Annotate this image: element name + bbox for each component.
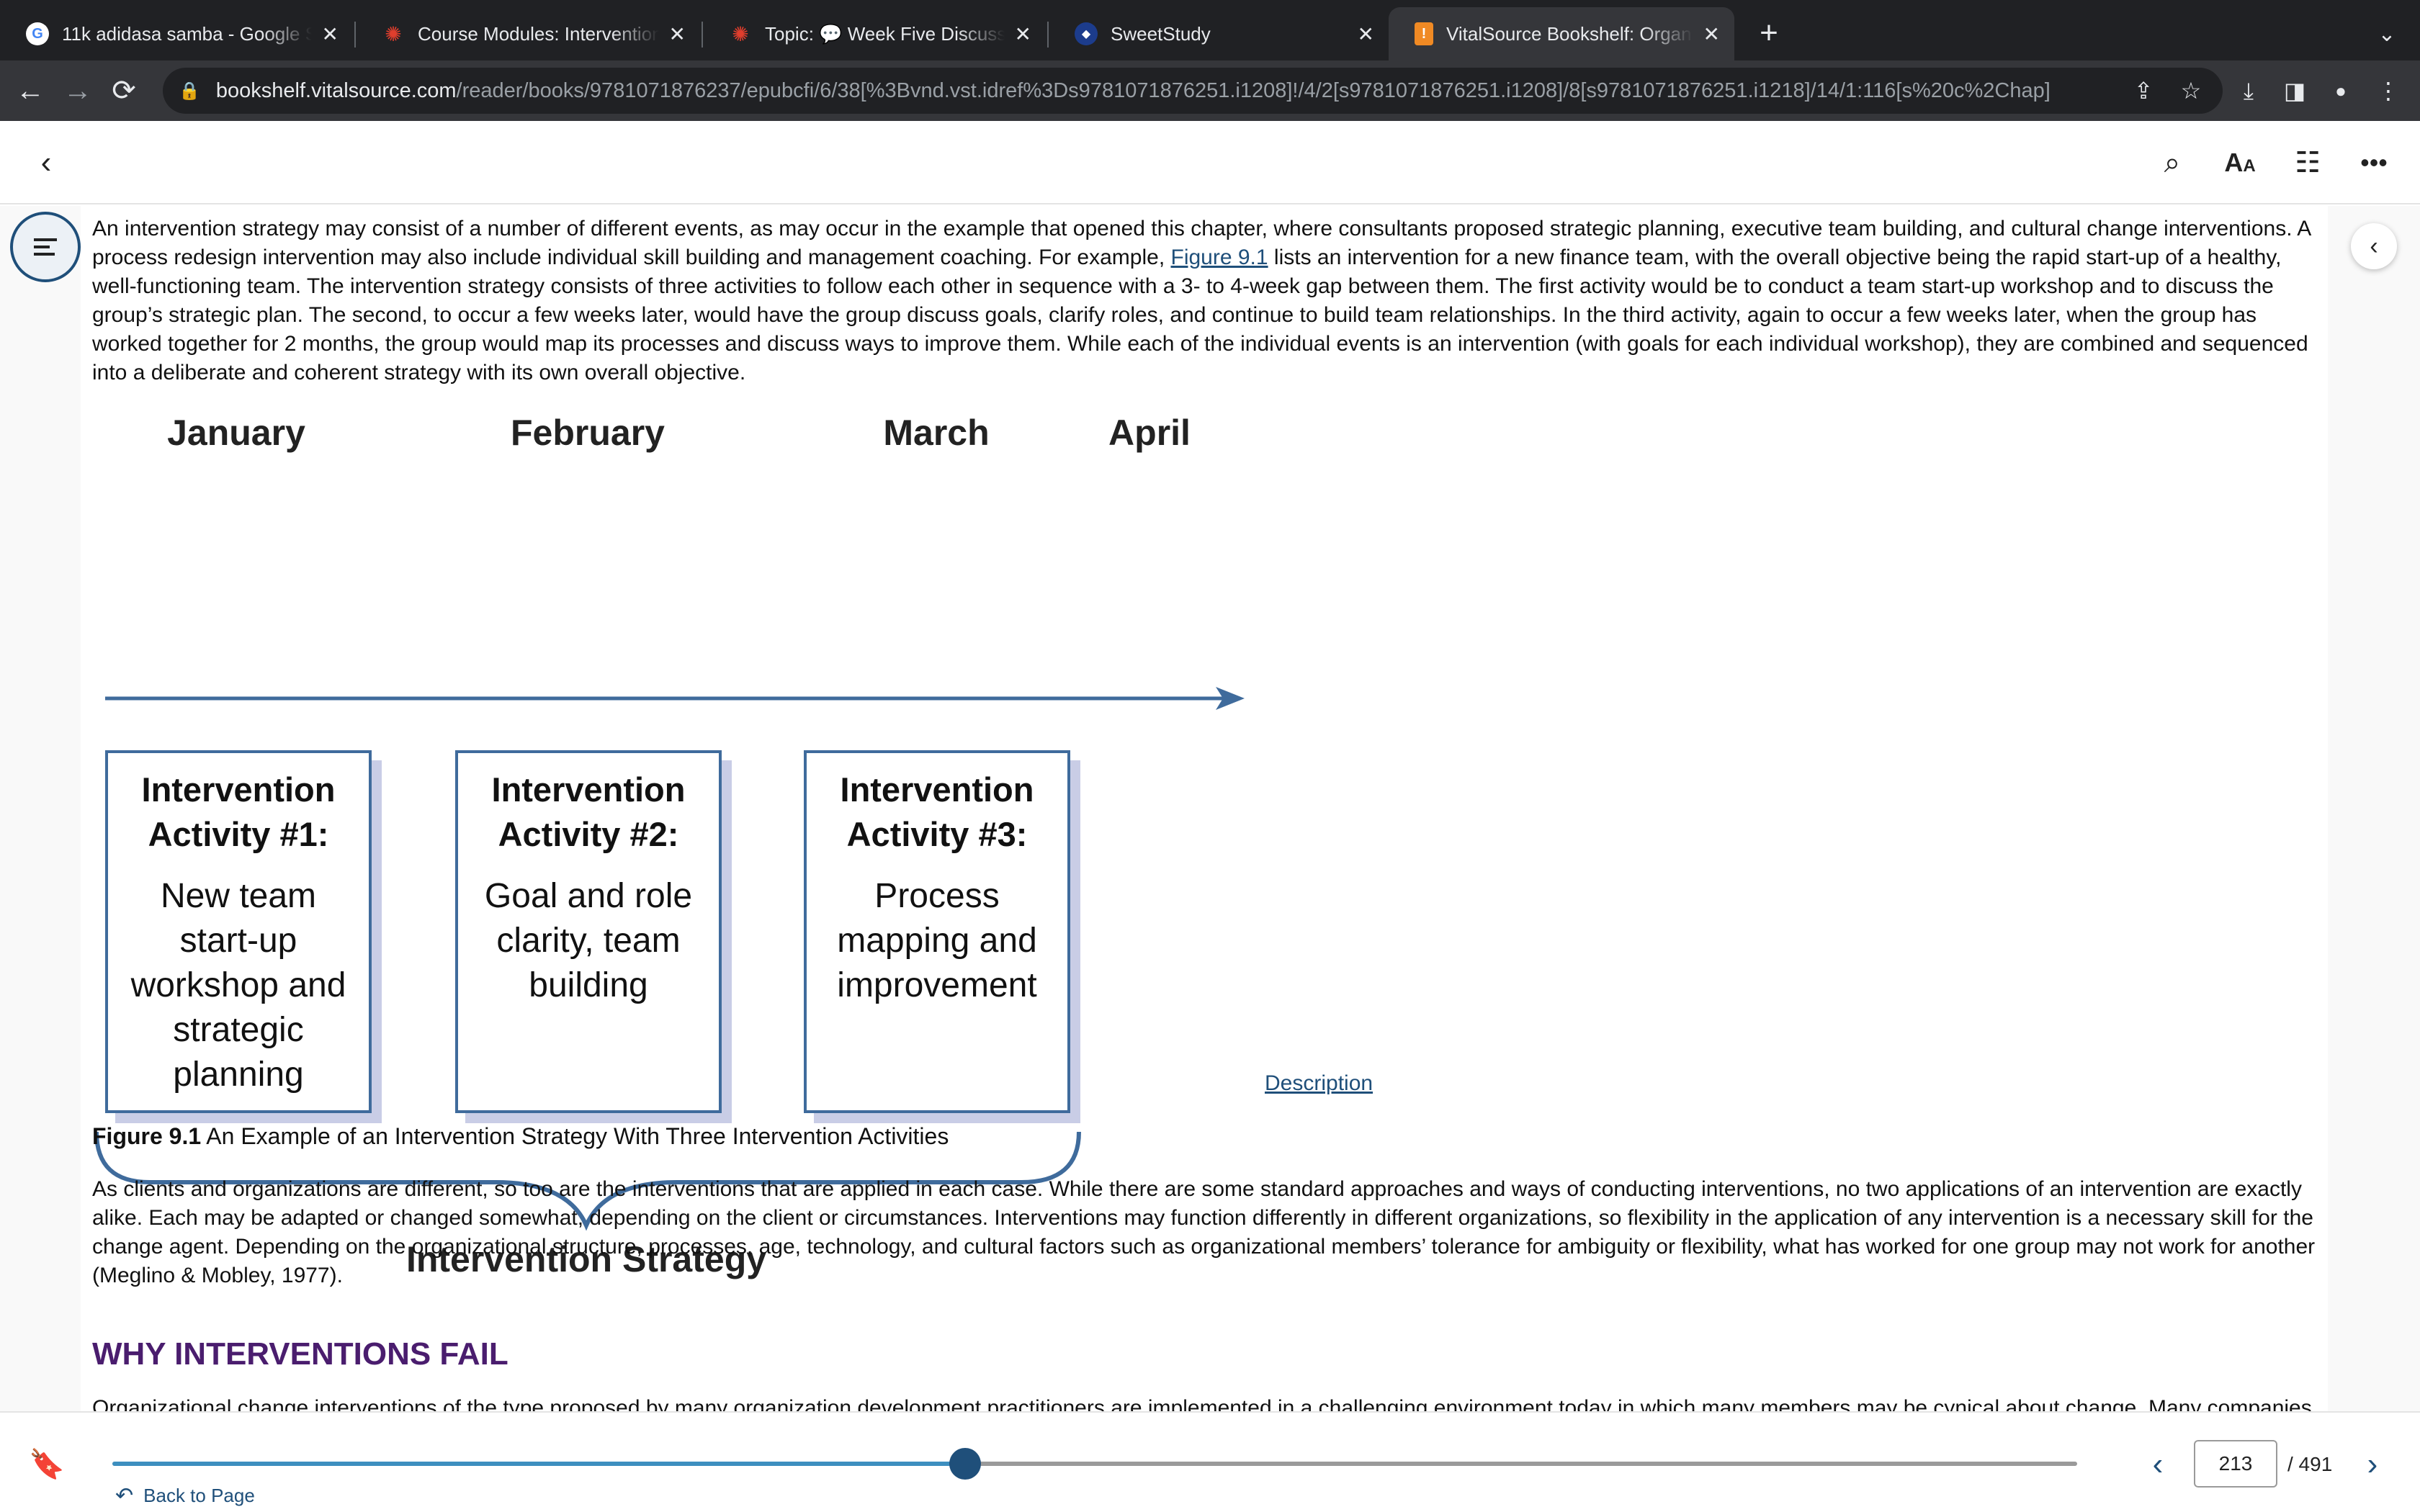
- caption-text: An Example of an Intervention Strategy W…: [201, 1123, 949, 1149]
- table-of-contents-button[interactable]: [10, 212, 81, 282]
- bookmark-star-icon[interactable]: ☆: [2172, 72, 2210, 109]
- tab-title: 11k adidasa samba - Google Search: [62, 22, 312, 45]
- google-icon: G: [26, 22, 49, 45]
- canvas-icon: ✺: [385, 22, 402, 45]
- back-to-page-link[interactable]: ↶ Back to Page: [115, 1483, 255, 1508]
- figure-caption: Figure 9.1 An Example of an Intervention…: [92, 1123, 949, 1150]
- paragraph-intervention-strategy: An intervention strategy may consist of …: [92, 215, 2318, 387]
- tab-title: VitalSource Bookshelf: Organization Deve…: [1446, 22, 1693, 45]
- undo-arrow-icon: ↶: [115, 1484, 134, 1508]
- close-icon[interactable]: ✕: [669, 22, 686, 46]
- panel-collapse-chevron-icon[interactable]: ‹: [2351, 223, 2397, 269]
- profile-avatar-icon[interactable]: ●: [2322, 72, 2360, 109]
- activity-description: Process mapping and improvement: [837, 877, 1037, 1004]
- canvas-icon: ✺: [732, 22, 749, 45]
- section-heading: WHY INTERVENTIONS FAIL: [92, 1336, 508, 1372]
- tab-google-search[interactable]: G 11k adidasa samba - Google Search ✕: [0, 7, 353, 60]
- notes-highlights-icon[interactable]: ☷: [2285, 140, 2331, 186]
- text-size-icon[interactable]: AA: [2217, 140, 2263, 186]
- tab-vitalsource-bookshelf[interactable]: ! VitalSource Bookshelf: Organization De…: [1389, 7, 1734, 60]
- previous-page-chevron-icon[interactable]: ‹: [2139, 1444, 2177, 1485]
- tab-sweetstudy[interactable]: ◆ SweetStudy ✕: [1049, 7, 1389, 60]
- caption-label: Figure 9.1: [92, 1123, 202, 1149]
- intervention-activity-1-box: Intervention Activity #1: New team start…: [105, 750, 372, 1113]
- download-icon[interactable]: ⤓: [2230, 72, 2267, 109]
- tab-title: Course Modules: Interventions: [418, 22, 659, 45]
- progress-slider-handle[interactable]: [949, 1448, 981, 1480]
- tab-discussion-topic[interactable]: ✺ Topic: 💬 Week Five Discussion ✕: [703, 7, 1046, 60]
- search-icon[interactable]: ⌕: [2149, 140, 2195, 186]
- side-panel-icon[interactable]: ◨: [2276, 72, 2313, 109]
- lock-icon: 🔒: [179, 81, 200, 101]
- tab-course-modules[interactable]: ✺ Course Modules: Interventions ✕: [356, 7, 700, 60]
- vitalsource-icon: !: [1415, 22, 1433, 45]
- reader-footer: 🔖 ↶ Back to Page ‹ 213 / 491 ›: [0, 1411, 2420, 1512]
- progress-fill: [112, 1462, 965, 1466]
- reader-back-chevron-icon[interactable]: ‹: [23, 140, 69, 186]
- browser-tab-strip: G 11k adidasa samba - Google Search ✕ ✺ …: [0, 0, 2420, 60]
- menu-lines-icon: [34, 234, 57, 260]
- tab-search-chevron-icon[interactable]: ⌄: [2371, 19, 2403, 50]
- forward-arrow-icon[interactable]: →: [60, 73, 95, 108]
- reading-progress-slider[interactable]: [112, 1448, 2077, 1480]
- more-options-icon[interactable]: •••: [2351, 140, 2397, 186]
- reload-icon[interactable]: ⟳: [107, 73, 141, 108]
- new-tab-button[interactable]: +: [1752, 16, 1786, 50]
- share-icon[interactable]: ⇪: [2125, 72, 2162, 109]
- tab-title: SweetStudy: [1111, 22, 1211, 45]
- browser-toolbar: ← → ⟳ 🔒 bookshelf.vitalsource.com/reader…: [0, 60, 2420, 121]
- figure-9-1-link[interactable]: Figure 9.1: [1171, 246, 1268, 269]
- figure-9-1-diagram: January February March April Interventio…: [92, 412, 1317, 1279]
- reader-content: ‹ An intervention strategy may consist o…: [0, 206, 2420, 1411]
- back-arrow-icon[interactable]: ←: [13, 73, 48, 108]
- page-number-input[interactable]: 213: [2194, 1440, 2277, 1488]
- activity-title: Intervention Activity #2:: [491, 770, 686, 853]
- paragraph-why-fail-start: Organizational change interventions of t…: [92, 1396, 2312, 1411]
- tab-title: Topic: 💬 Week Five Discussion: [765, 22, 1005, 45]
- sweetstudy-icon: ◆: [1075, 22, 1098, 45]
- intervention-activity-3-box: Intervention Activity #3: Process mappin…: [804, 750, 1070, 1113]
- paragraph-interventions-differ: As clients and organizations are differe…: [92, 1177, 2316, 1287]
- next-page-chevron-icon[interactable]: ›: [2354, 1444, 2391, 1485]
- bookmark-icon[interactable]: 🔖: [29, 1447, 65, 1482]
- reader-header: ‹ ⌕ AA ☷ •••: [0, 121, 2420, 204]
- browser-menu-icon[interactable]: ⋮: [2370, 72, 2407, 109]
- total-pages: / 491: [2287, 1453, 2333, 1475]
- intervention-activity-2-box: Intervention Activity #2: Goal and role …: [455, 750, 722, 1113]
- activity-description: Goal and role clarity, team building: [484, 877, 693, 1004]
- activity-description: New team start-up workshop and strategic…: [130, 877, 346, 1094]
- close-icon[interactable]: ✕: [1703, 22, 1720, 46]
- close-icon[interactable]: ✕: [1015, 22, 1031, 46]
- url-path: /reader/books/9781071876237/epubcfi/6/38…: [456, 78, 2051, 102]
- back-to-page-label: Back to Page: [143, 1485, 255, 1506]
- url-host: bookshelf.vitalsource.com: [215, 78, 457, 102]
- close-icon[interactable]: ✕: [322, 22, 339, 46]
- close-icon[interactable]: ✕: [1358, 22, 1374, 46]
- activity-title: Intervention Activity #3:: [840, 770, 1034, 853]
- figure-description-link[interactable]: Description: [1265, 1071, 1373, 1096]
- activity-title: Intervention Activity #1:: [141, 770, 336, 853]
- address-bar[interactable]: 🔒 bookshelf.vitalsource.com/reader/books…: [163, 68, 2223, 114]
